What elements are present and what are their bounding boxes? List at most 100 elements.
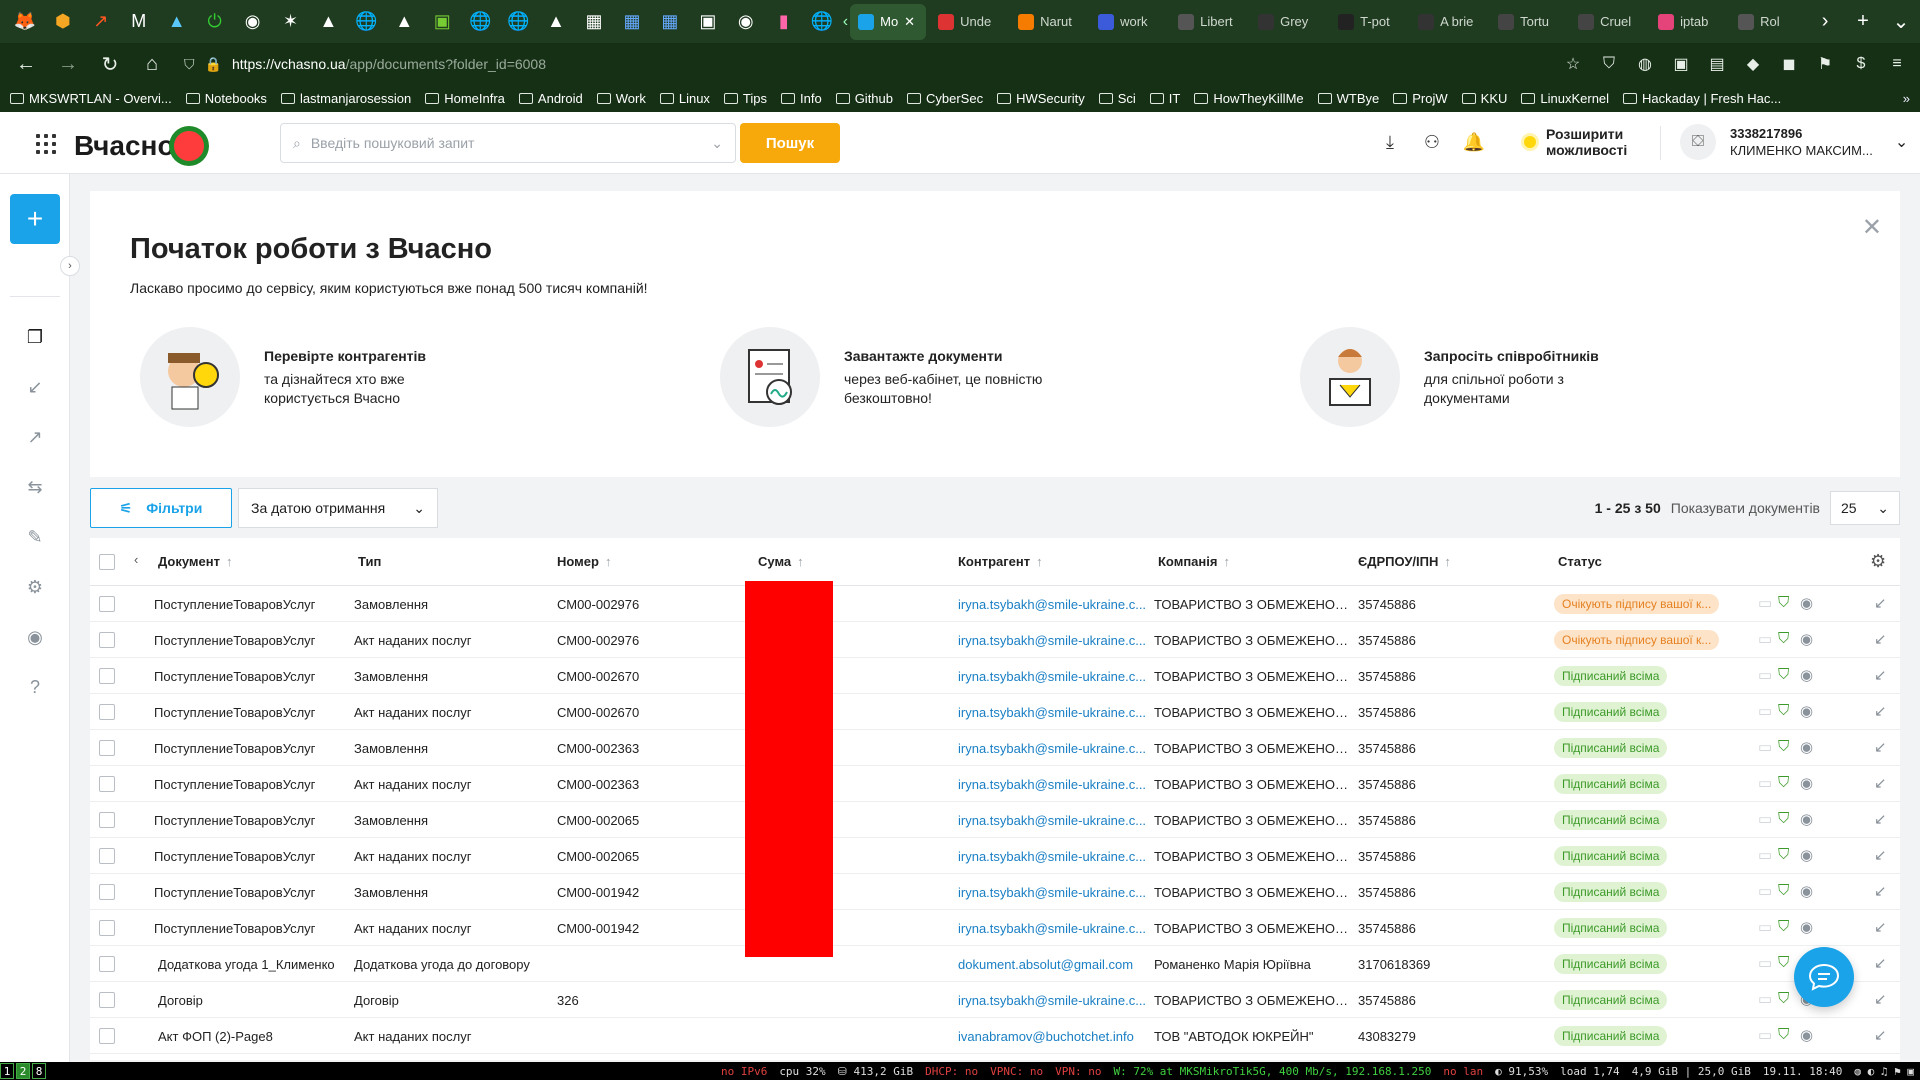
eye-icon[interactable]: ◉ xyxy=(1800,918,1813,936)
cell-contractor[interactable]: dokument.absolut@gmail.com xyxy=(958,957,1150,972)
page-size-select[interactable]: 25 ⌄ xyxy=(1830,491,1900,525)
extension-icon[interactable]: ▤ xyxy=(1702,48,1732,80)
step-upload-documents[interactable]: Завантажте документи через веб-кабінет, ц… xyxy=(720,327,1044,427)
browser-tab[interactable]: Unde xyxy=(930,4,1006,40)
bookmark-item[interactable]: MKSWRTLAN - Overvi... xyxy=(10,91,172,106)
shield-check-icon[interactable]: ⛉ xyxy=(1778,666,1789,683)
bookmark-item[interactable]: HowTheyKillMe xyxy=(1194,91,1304,106)
table-row[interactable]: ПоступлениеТоваровУслуг Акт наданих послу… xyxy=(90,694,1900,730)
shield-check-icon[interactable]: ⛉ xyxy=(1778,594,1789,611)
sidebar-item-outgoing[interactable]: ↗ xyxy=(20,422,50,452)
create-document-button[interactable]: + xyxy=(10,194,60,244)
column-number[interactable]: Номер ↑ xyxy=(557,554,611,569)
gear-icon[interactable]: ⚙ xyxy=(1870,551,1886,572)
incoming-arrow-icon[interactable]: ↙ xyxy=(1874,882,1887,900)
comment-icon[interactable]: ▭ xyxy=(1758,810,1772,828)
apps-grid-icon[interactable] xyxy=(36,134,56,154)
close-tab-icon[interactable]: ✕ xyxy=(904,14,915,30)
comment-icon[interactable]: ▭ xyxy=(1758,990,1772,1008)
row-checkbox[interactable] xyxy=(99,740,115,756)
pinned-tab-icon[interactable]: ▲ xyxy=(158,0,196,43)
cell-document[interactable]: ПоступлениеТоваровУслуг xyxy=(154,669,349,684)
bookmark-item[interactable]: LinuxKernel xyxy=(1521,91,1609,106)
browser-tab[interactable]: Mo ✕ xyxy=(850,3,927,40)
shield-check-icon[interactable]: ⛉ xyxy=(1778,918,1789,935)
download-icon[interactable]: ⤓ xyxy=(1378,130,1402,154)
chevron-down-icon[interactable]: ⌄ xyxy=(711,135,723,152)
shield-check-icon[interactable]: ⛉ xyxy=(1778,846,1789,863)
table-row[interactable]: ПоступлениеТоваровУслуг Замовлення СМ00-00… xyxy=(90,730,1900,766)
row-checkbox[interactable] xyxy=(99,776,115,792)
extension-icon[interactable]: $ xyxy=(1846,48,1876,80)
browser-tab[interactable]: Cruel xyxy=(1570,4,1646,40)
cell-document[interactable]: ПоступлениеТоваровУслуг xyxy=(154,633,349,648)
table-row[interactable]: Акт ФОП (2)-Page8 Акт наданих послуг ivana… xyxy=(90,1018,1900,1054)
eye-icon[interactable]: ◉ xyxy=(1800,1026,1813,1044)
cell-contractor[interactable]: iryna.tsybakh@smile-ukraine.c... xyxy=(958,885,1150,900)
add-user-icon[interactable]: ⚇ xyxy=(1420,130,1444,154)
table-row[interactable]: ПоступлениеТоваровУслуг Акт наданих послу… xyxy=(90,838,1900,874)
table-row[interactable]: ПоступлениеТоваровУслуг Замовлення СМ00-00… xyxy=(90,802,1900,838)
search-input[interactable]: ⌕ Введіть пошуковий запит ⌄ xyxy=(280,123,736,163)
shield-check-icon[interactable]: ⛉ xyxy=(1778,882,1789,899)
eye-icon[interactable]: ◉ xyxy=(1800,702,1813,720)
extension-icon[interactable]: ◆ xyxy=(1738,48,1768,80)
warning-icon[interactable]: ▲ xyxy=(310,0,348,43)
row-checkbox[interactable] xyxy=(99,884,115,900)
tab-scroll-right-icon[interactable]: › xyxy=(1806,0,1844,43)
chat-button[interactable] xyxy=(1794,947,1854,1007)
shield-check-icon[interactable]: ⛉ xyxy=(1778,954,1789,971)
bookmark-item[interactable]: Info xyxy=(781,91,822,106)
bookmark-item[interactable]: IT xyxy=(1149,91,1180,106)
row-checkbox[interactable] xyxy=(99,596,115,612)
bookmark-item[interactable]: Android xyxy=(518,91,583,106)
tab-scroll-left-icon[interactable]: ‹ xyxy=(841,0,850,43)
comment-icon[interactable]: ▭ xyxy=(1758,594,1772,612)
comment-icon[interactable]: ▭ xyxy=(1758,882,1772,900)
bookmark-item[interactable]: Hackaday | Fresh Hac... xyxy=(1623,91,1781,106)
table-row[interactable]: Додаткова угода 1_Клименко Додаткова угод… xyxy=(90,946,1900,982)
row-checkbox[interactable] xyxy=(99,956,115,972)
table-row[interactable]: ПоступлениеТоваровУслуг Замовлення СМ00-00… xyxy=(90,586,1900,622)
bookmark-item[interactable]: ProjW xyxy=(1393,91,1448,106)
cell-document[interactable]: ПоступлениеТоваровУслуг xyxy=(154,777,349,792)
row-checkbox[interactable] xyxy=(99,1028,115,1044)
comment-icon[interactable]: ▭ xyxy=(1758,954,1772,972)
more-bookmarks-icon[interactable]: » xyxy=(1903,91,1910,106)
shield-check-icon[interactable]: ⛉ xyxy=(1778,774,1789,791)
sort-select[interactable]: За датою отримання ⌄ xyxy=(238,488,438,528)
cell-document[interactable]: Акт ФОП (2)-Page8 xyxy=(158,1029,353,1044)
incoming-arrow-icon[interactable]: ↙ xyxy=(1874,918,1887,936)
expand-features-button[interactable]: Розширити можливості xyxy=(1524,126,1646,158)
github-icon[interactable]: ◉ xyxy=(234,0,272,43)
cell-document[interactable]: ПоступлениеТоваровУслуг xyxy=(154,813,349,828)
comment-icon[interactable]: ▭ xyxy=(1758,1026,1772,1044)
browser-tab[interactable]: work xyxy=(1090,4,1166,40)
shield-check-icon[interactable]: ⛉ xyxy=(1778,702,1789,719)
sidebar-item-help[interactable]: ? xyxy=(20,672,50,702)
table-row[interactable]: ПоступлениеТоваровУслуг Замовлення СМ00-00… xyxy=(90,658,1900,694)
cell-contractor[interactable]: iryna.tsybakh@smile-ukraine.c... xyxy=(958,597,1150,612)
home-icon[interactable]: ⌂ xyxy=(134,48,170,80)
bookmark-star-icon[interactable]: ☆ xyxy=(1558,48,1588,80)
back-icon[interactable]: ← xyxy=(8,48,44,80)
eye-icon[interactable]: ◉ xyxy=(1800,810,1813,828)
comment-icon[interactable]: ▭ xyxy=(1758,702,1772,720)
table-row[interactable]: ПоступлениеТоваровУслуг Замовлення СМ00-00… xyxy=(90,874,1900,910)
incoming-arrow-icon[interactable]: ↙ xyxy=(1874,1026,1887,1044)
menu-icon[interactable]: ≡ xyxy=(1882,48,1912,80)
browser-tab[interactable]: iptab xyxy=(1650,4,1726,40)
bookmark-item[interactable]: CyberSec xyxy=(907,91,983,106)
eye-icon[interactable]: ◉ xyxy=(1800,594,1813,612)
comment-icon[interactable]: ▭ xyxy=(1758,738,1772,756)
incoming-arrow-icon[interactable]: ↙ xyxy=(1874,810,1887,828)
eye-icon[interactable]: ◉ xyxy=(1800,666,1813,684)
bookmark-item[interactable]: Tips xyxy=(723,91,767,106)
row-checkbox[interactable] xyxy=(99,632,115,648)
bookmark-item[interactable]: Work xyxy=(596,91,646,106)
chevron-down-icon[interactable]: ⌄ xyxy=(1895,132,1908,152)
comment-icon[interactable]: ▭ xyxy=(1758,774,1772,792)
pinned-tab-icon[interactable]: ▦ xyxy=(613,0,651,43)
shield-check-icon[interactable]: ⛉ xyxy=(1778,810,1789,827)
incoming-arrow-icon[interactable]: ↙ xyxy=(1874,702,1887,720)
